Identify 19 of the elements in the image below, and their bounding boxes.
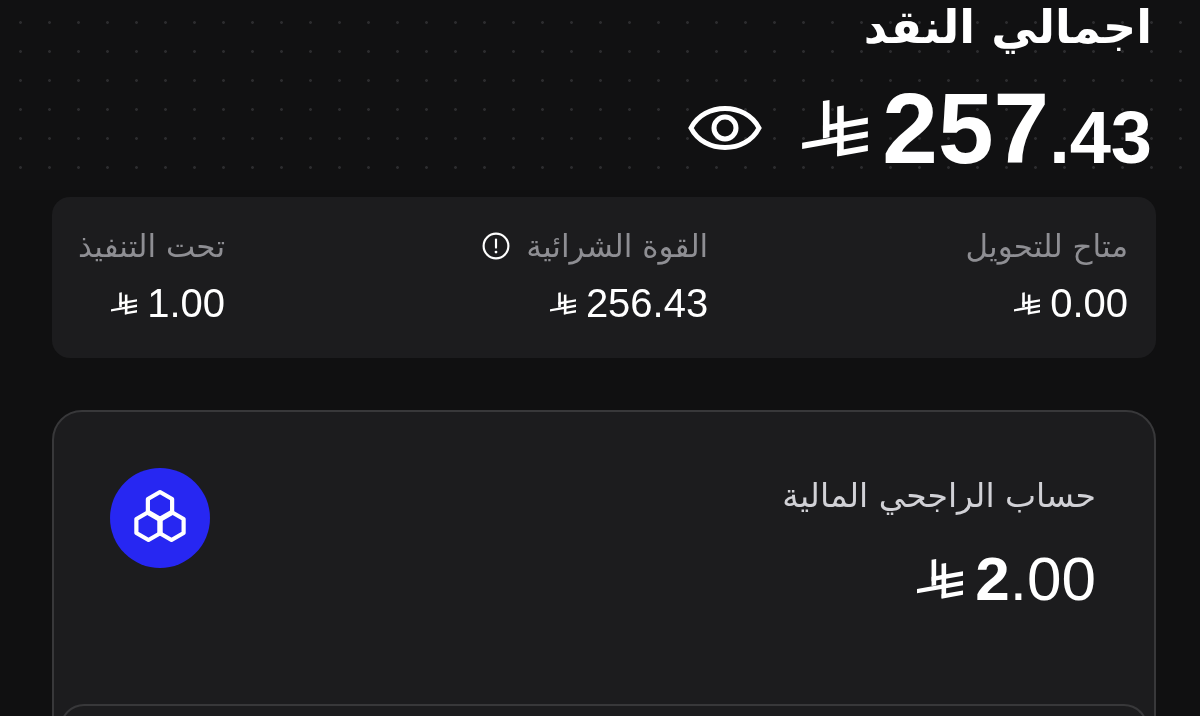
stat-value: 256.43	[585, 281, 709, 325]
amount-fraction: .43	[1049, 101, 1152, 175]
stat-label: تحت التنفيذ	[78, 227, 225, 266]
account-name: حساب الراجحي المالية	[782, 475, 1096, 517]
amount-integer: 2	[975, 546, 1010, 612]
riyal-icon	[1014, 291, 1041, 315]
info-icon[interactable]	[482, 232, 511, 260]
stat-value: 0.00	[1050, 281, 1128, 325]
riyal-icon	[917, 559, 964, 599]
riyal-icon	[111, 291, 138, 315]
stat-label: القوة الشرائية	[526, 227, 709, 267]
stat-value: 1.00	[147, 281, 225, 325]
stat-label: متاح للتحويل	[965, 227, 1128, 267]
amount-integer: 257	[882, 78, 1050, 178]
riyal-icon	[549, 291, 576, 315]
riyal-icon	[802, 99, 869, 157]
amount-fraction: .00	[1009, 546, 1096, 612]
hexagon-logo-icon	[110, 468, 210, 568]
page-title: اجمالي النقد	[863, 0, 1152, 54]
